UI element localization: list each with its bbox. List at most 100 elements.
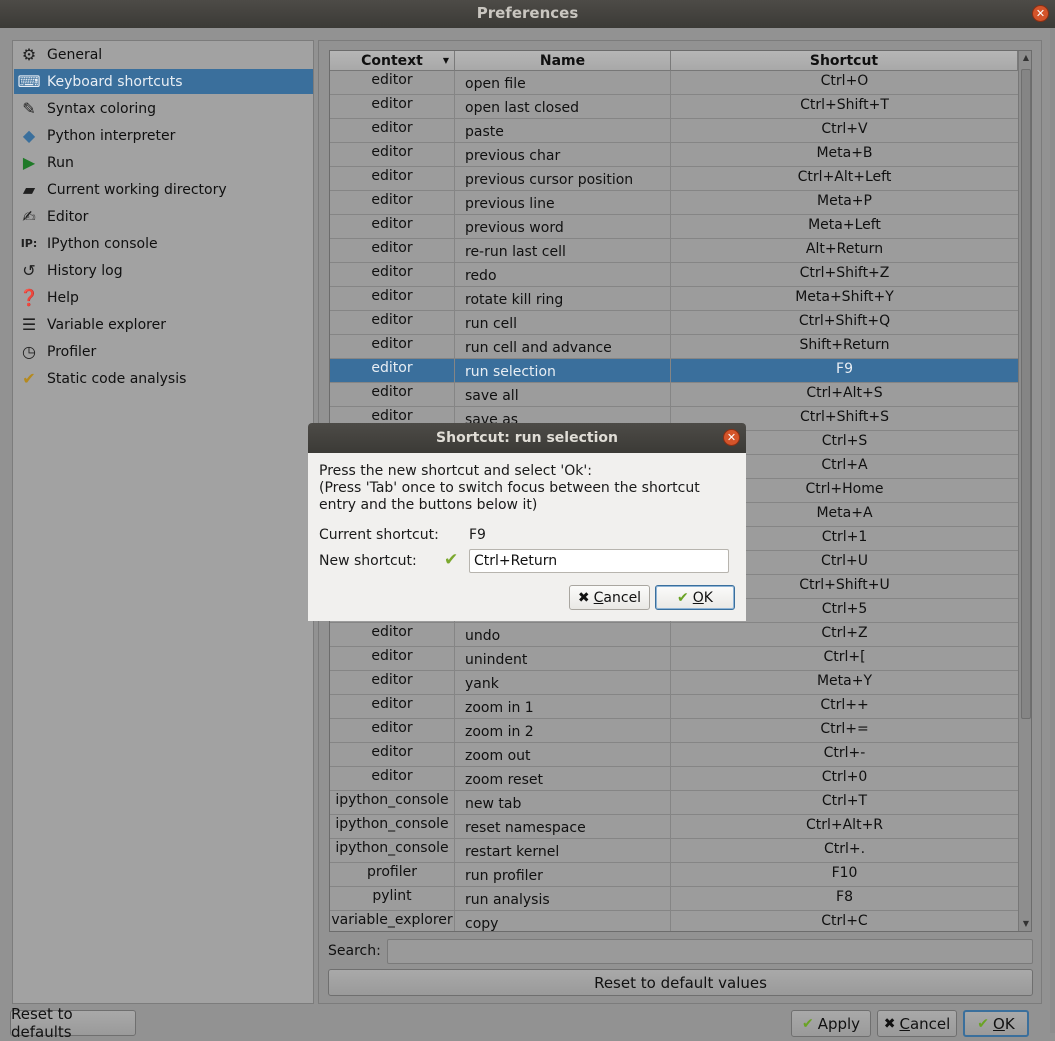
cell-name: run selection	[455, 359, 671, 383]
sidebar-item-keyboard-shortcuts[interactable]: ⌨ Keyboard shortcuts	[14, 69, 313, 94]
scroll-thumb[interactable]	[1021, 69, 1031, 719]
cell-shortcut: Ctrl+Shift+T	[800, 97, 889, 113]
table-row[interactable]: ipython_console new tab Ctrl+T	[330, 791, 1018, 815]
table-row[interactable]: ipython_console restart kernel Ctrl+.	[330, 839, 1018, 863]
sort-arrow-icon: ▼	[442, 56, 449, 65]
sidebar-item-editor[interactable]: ✍ Editor	[14, 204, 313, 229]
table-row[interactable]: variable_explorer copy Ctrl+C	[330, 911, 1018, 931]
column-header-context[interactable]: Context ▼	[330, 51, 455, 71]
table-row[interactable]: editor unindent Ctrl+[	[330, 647, 1018, 671]
cell-shortcut: Meta+B	[816, 145, 873, 161]
cell-shortcut: Ctrl+Alt+R	[805, 817, 884, 833]
dialog-ok-button[interactable]: ✔ OK	[655, 585, 735, 610]
sidebar-item-run[interactable]: ▶ Run	[14, 150, 313, 175]
ok-label: OK	[993, 1014, 1015, 1033]
valid-check-icon: ✔	[444, 550, 459, 570]
sidebar-item-current-working-directory[interactable]: ▰ Current working directory	[14, 177, 313, 202]
sidebar-item-label: History log	[47, 262, 123, 279]
cell-shortcut: Meta+Y	[816, 673, 873, 689]
sidebar-item-python-interpreter[interactable]: ◆ Python interpreter	[14, 123, 313, 148]
dialog-ok-label: OK	[692, 589, 713, 606]
table-row[interactable]: editor previous char Meta+B	[330, 143, 1018, 167]
table-row[interactable]: editor rotate kill ring Meta+Shift+Y	[330, 287, 1018, 311]
table-row[interactable]: editor zoom in 1 Ctrl++	[330, 695, 1018, 719]
dialog-cancel-button[interactable]: ✖ Cancel	[569, 585, 650, 610]
sidebar-item-syntax-coloring[interactable]: ✎ Syntax coloring	[14, 96, 313, 121]
eyedropper-icon: ✎	[22, 99, 36, 118]
cell-context: editor	[330, 743, 455, 767]
cell-context: editor	[330, 239, 455, 263]
search-input[interactable]	[387, 939, 1033, 964]
cell-shortcut: Ctrl+Alt+Left	[797, 169, 892, 185]
reset-default-values-button[interactable]: Reset to default values	[328, 969, 1033, 996]
cell-context: editor	[330, 287, 455, 311]
sidebar-item-general[interactable]: ⚙ General	[14, 42, 313, 67]
table-row[interactable]: editor run cell Ctrl+Shift+Q	[330, 311, 1018, 335]
dialog-title: Shortcut: run selection	[436, 430, 618, 446]
table-row[interactable]: editor open file Ctrl+O	[330, 71, 1018, 95]
dialog-close-icon[interactable]: ✕	[723, 429, 740, 446]
clock-icon: ◷	[22, 342, 36, 361]
table-row[interactable]: editor previous line Meta+P	[330, 191, 1018, 215]
table-scrollbar[interactable]: ▲ ▼	[1018, 51, 1031, 931]
cell-shortcut: Ctrl+Alt+S	[806, 385, 883, 401]
new-shortcut-input[interactable]: Ctrl+Return	[469, 549, 729, 573]
table-row[interactable]: ipython_console reset namespace Ctrl+Alt+R	[330, 815, 1018, 839]
preferences-sidebar: ⚙ General ⌨ Keyboard shortcuts ✎ Syntax …	[12, 40, 314, 1004]
table-row[interactable]: editor paste Ctrl+V	[330, 119, 1018, 143]
check-icon: ✔	[977, 1015, 990, 1032]
cell-shortcut: Ctrl+T	[821, 793, 868, 809]
table-row[interactable]: editor open last closed Ctrl+Shift+T	[330, 95, 1018, 119]
reset-to-defaults-button[interactable]: Reset to defaults	[10, 1005, 136, 1041]
dialog-instructions: Press the new shortcut and select 'Ok': …	[319, 463, 700, 513]
sidebar-item-label: Help	[47, 289, 79, 306]
cell-name: previous word	[455, 215, 671, 239]
window-titlebar: Preferences ✕	[0, 0, 1055, 28]
table-row[interactable]: editor undo Ctrl+Z	[330, 623, 1018, 647]
column-header-shortcut[interactable]: Shortcut	[671, 51, 1018, 71]
table-row[interactable]: editor previous cursor position Ctrl+Alt+L…	[330, 167, 1018, 191]
scroll-down-icon[interactable]: ▼	[1019, 917, 1031, 931]
cell-name: undo	[455, 623, 671, 647]
table-row[interactable]: pylint run analysis F8	[330, 887, 1018, 911]
sidebar-item-ipython-console[interactable]: IP: IPython console	[14, 231, 313, 256]
table-row[interactable]: editor zoom reset Ctrl+0	[330, 767, 1018, 791]
cell-shortcut: Ctrl+O	[820, 73, 869, 89]
table-row[interactable]: editor redo Ctrl+Shift+Z	[330, 263, 1018, 287]
window-edge	[1050, 28, 1055, 1033]
table-row[interactable]: editor zoom out Ctrl+-	[330, 743, 1018, 767]
cell-context: ipython_console	[330, 791, 455, 815]
cell-context: editor	[330, 359, 455, 383]
cell-shortcut: Ctrl+.	[823, 841, 866, 857]
sidebar-item-profiler[interactable]: ◷ Profiler	[14, 339, 313, 364]
table-row[interactable]: editor save all Ctrl+Alt+S	[330, 383, 1018, 407]
cell-context: editor	[330, 263, 455, 287]
cell-context: pylint	[330, 887, 455, 911]
current-shortcut-value: F9	[469, 527, 486, 543]
sidebar-item-help[interactable]: ❓ Help	[14, 285, 313, 310]
cell-name: open last closed	[455, 95, 671, 119]
table-row[interactable]: profiler run profiler F10	[330, 863, 1018, 887]
table-row[interactable]: editor previous word Meta+Left	[330, 215, 1018, 239]
cell-name: copy	[455, 911, 671, 931]
cell-name: zoom reset	[455, 767, 671, 791]
sidebar-item-label: Keyboard shortcuts	[47, 73, 183, 90]
sidebar-item-label: Python interpreter	[47, 127, 176, 144]
table-row[interactable]: editor run selection F9	[330, 359, 1018, 383]
sidebar-item-variable-explorer[interactable]: ☰ Variable explorer	[14, 312, 313, 337]
scroll-up-icon[interactable]: ▲	[1019, 51, 1031, 65]
sidebar-item-label: Syntax coloring	[47, 100, 156, 117]
cell-context: editor	[330, 383, 455, 407]
column-header-name[interactable]: Name	[455, 51, 671, 71]
window-close-icon[interactable]: ✕	[1032, 5, 1049, 22]
new-shortcut-label: New shortcut:	[319, 553, 417, 569]
sidebar-item-label: Static code analysis	[47, 370, 187, 387]
cell-shortcut: Meta+Left	[808, 217, 881, 233]
sidebar-item-history-log[interactable]: ↺ History log	[14, 258, 313, 283]
cell-context: editor	[330, 695, 455, 719]
table-row[interactable]: editor yank Meta+Y	[330, 671, 1018, 695]
table-row[interactable]: editor zoom in 2 Ctrl+=	[330, 719, 1018, 743]
table-row[interactable]: editor re-run last cell Alt+Return	[330, 239, 1018, 263]
sidebar-item-static-code-analysis[interactable]: ✔ Static code analysis	[14, 366, 313, 391]
table-row[interactable]: editor run cell and advance Shift+Return	[330, 335, 1018, 359]
